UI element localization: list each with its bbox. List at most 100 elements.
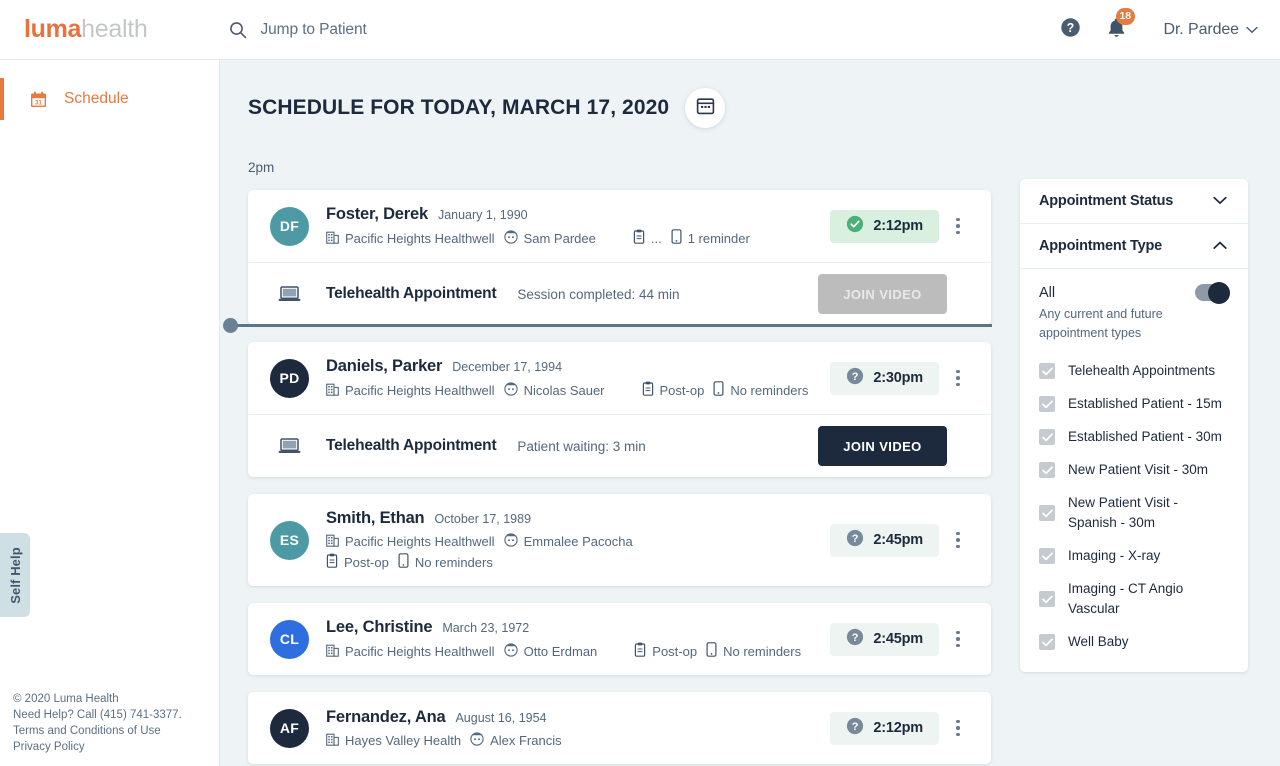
list-item[interactable]: Imaging - X-ray <box>1039 546 1229 566</box>
facility-name: Pacific Heights Healthwell <box>345 644 495 659</box>
footer-copyright: © 2020 Luma Health <box>13 691 182 707</box>
reminders-text: No reminders <box>415 555 493 570</box>
footer-privacy-link[interactable]: Privacy Policy <box>13 739 182 755</box>
appointment-summary-row[interactable]: PD Daniels, Parker December 17, 1994 Pac… <box>248 342 991 414</box>
avatar: DF <box>270 207 309 246</box>
appointment-summary-row[interactable]: CL Lee, Christine March 23, 1972 Pacific… <box>248 603 991 675</box>
laptop-icon <box>270 285 309 303</box>
luma-health-logo[interactable]: lumahealth <box>24 15 147 44</box>
facility-name: Hayes Valley Health <box>345 733 461 748</box>
appointment-summary-row[interactable]: AF Fernandez, Ana August 16, 1954 Hayes … <box>248 692 991 764</box>
more-options-button[interactable] <box>945 363 971 393</box>
avatar-initials: CL <box>280 631 299 647</box>
provider-name: Alex Francis <box>490 733 562 748</box>
main-content: SCHEDULE FOR TODAY, MARCH 17, 2020 2pm D… <box>220 60 1280 766</box>
notifications-button[interactable]: 18 <box>1106 19 1128 41</box>
list-item[interactable]: Imaging - CT Angio Vascular <box>1039 579 1229 619</box>
building-icon <box>326 382 339 399</box>
list-item[interactable]: New Patient Visit - 30m <box>1039 460 1229 480</box>
footer-help-phone[interactable]: Need Help? Call (415) 741-3377. <box>13 707 182 723</box>
checkbox-icon[interactable] <box>1039 462 1055 478</box>
appointment-card[interactable]: PD Daniels, Parker December 17, 1994 Pac… <box>248 342 991 477</box>
facility-meta: Pacific Heights Healthwell <box>326 643 495 660</box>
building-icon <box>326 533 339 550</box>
date-picker-button[interactable] <box>685 88 725 128</box>
checkbox-label: Well Baby <box>1068 632 1129 652</box>
appointment-summary-row[interactable]: ES Smith, Ethan October 17, 1989 Pacific… <box>248 494 991 586</box>
checkbox-icon[interactable] <box>1039 591 1055 607</box>
note-text: Post-op <box>652 644 697 659</box>
logo-health-text: health <box>81 15 147 43</box>
provider-meta: Emmalee Pacocha <box>504 533 633 550</box>
person-icon <box>504 382 518 399</box>
join-video-button[interactable]: JOIN VIDEO <box>818 426 947 466</box>
chevron-up-icon <box>1213 238 1227 254</box>
checkbox-icon[interactable] <box>1039 396 1055 412</box>
appointment-status-section-header[interactable]: Appointment Status <box>1020 179 1248 224</box>
appointment-summary-row[interactable]: DF Foster, Derek January 1, 1990 Pacific… <box>248 190 991 262</box>
patient-name: Fernandez, Ana <box>326 708 445 727</box>
telehealth-title: Telehealth Appointment <box>326 437 496 455</box>
note-text: Post-op <box>344 555 389 570</box>
provider-name: Otto Erdman <box>524 644 598 659</box>
appointment-status-title: Appointment Status <box>1039 193 1173 209</box>
help-button[interactable]: ? <box>1060 19 1082 41</box>
appointment-card[interactable]: AF Fernandez, Ana August 16, 1954 Hayes … <box>248 692 991 764</box>
status-badge: ? 2:45pm <box>830 623 939 656</box>
self-help-tab[interactable]: Self Help <box>0 533 30 617</box>
clipboard-icon <box>634 642 646 660</box>
all-types-toggle-row[interactable]: All <box>1039 284 1229 301</box>
all-types-toggle[interactable] <box>1195 284 1229 301</box>
status-time: 2:12pm <box>873 218 923 234</box>
search-input[interactable] <box>260 21 560 39</box>
list-item[interactable]: New Patient Visit - Spanish - 30m <box>1039 493 1229 533</box>
time-group-label: 2pm <box>220 128 1280 175</box>
self-help-label: Self Help <box>8 547 23 604</box>
avatar: CL <box>270 620 309 659</box>
patient-info: Smith, Ethan October 17, 1989 Pacific He… <box>326 509 830 571</box>
patient-info: Fernandez, Ana August 16, 1954 Hayes Val… <box>326 708 830 749</box>
footer-terms-link[interactable]: Terms and Conditions of Use <box>13 723 182 739</box>
appointment-card[interactable]: ES Smith, Ethan October 17, 1989 Pacific… <box>248 494 991 586</box>
patient-dob: March 23, 1972 <box>442 621 529 635</box>
more-options-button[interactable] <box>945 713 971 743</box>
user-name-label: Dr. Pardee <box>1164 21 1240 39</box>
check-circle-icon <box>846 215 864 237</box>
building-icon <box>326 643 339 660</box>
join-video-button: JOIN VIDEO <box>818 274 947 314</box>
more-options-button[interactable] <box>945 624 971 654</box>
filter-panel: Appointment Status Appointment Type All … <box>1020 179 1248 672</box>
checkbox-icon[interactable] <box>1039 505 1055 521</box>
avatar-initials: AF <box>280 720 299 736</box>
reminders-meta: No reminders <box>713 381 808 399</box>
more-options-button[interactable] <box>945 211 971 241</box>
appointment-card[interactable]: DF Foster, Derek January 1, 1990 Pacific… <box>248 190 991 325</box>
list-item[interactable]: Well Baby <box>1039 632 1229 652</box>
list-item[interactable]: Telehealth Appointments <box>1039 361 1229 381</box>
telehealth-row: Telehealth Appointment Session completed… <box>248 262 991 325</box>
patient-name: Smith, Ethan <box>326 509 424 528</box>
facility-meta: Pacific Heights Healthwell <box>326 533 495 550</box>
patient-search[interactable] <box>229 21 560 39</box>
resize-drag-handle[interactable] <box>223 318 238 333</box>
svg-text:?: ? <box>852 632 859 644</box>
checkbox-label: New Patient Visit - Spanish - 30m <box>1068 493 1223 533</box>
sidebar-item-schedule[interactable]: 31 Schedule <box>0 76 219 122</box>
checkbox-icon[interactable] <box>1039 634 1055 650</box>
checkbox-icon[interactable] <box>1039 429 1055 445</box>
user-menu[interactable]: Dr. Pardee <box>1164 21 1259 39</box>
more-options-button[interactable] <box>945 525 971 555</box>
all-types-description: Any current and future appointment types <box>1039 305 1219 343</box>
appointment-card[interactable]: CL Lee, Christine March 23, 1972 Pacific… <box>248 603 991 675</box>
avatar-initials: DF <box>280 218 299 234</box>
avatar: PD <box>270 359 309 398</box>
top-bar-actions: ? 18 Dr. Pardee <box>1060 19 1259 41</box>
list-item[interactable]: Established Patient - 30m <box>1039 427 1229 447</box>
facility-meta: Pacific Heights Healthwell <box>326 230 495 247</box>
question-circle-icon: ? <box>846 628 864 650</box>
facility-name: Pacific Heights Healthwell <box>345 231 495 246</box>
checkbox-icon[interactable] <box>1039 548 1055 564</box>
appointment-type-section-header[interactable]: Appointment Type <box>1020 224 1248 269</box>
checkbox-icon[interactable] <box>1039 363 1055 379</box>
list-item[interactable]: Established Patient - 15m <box>1039 394 1229 414</box>
